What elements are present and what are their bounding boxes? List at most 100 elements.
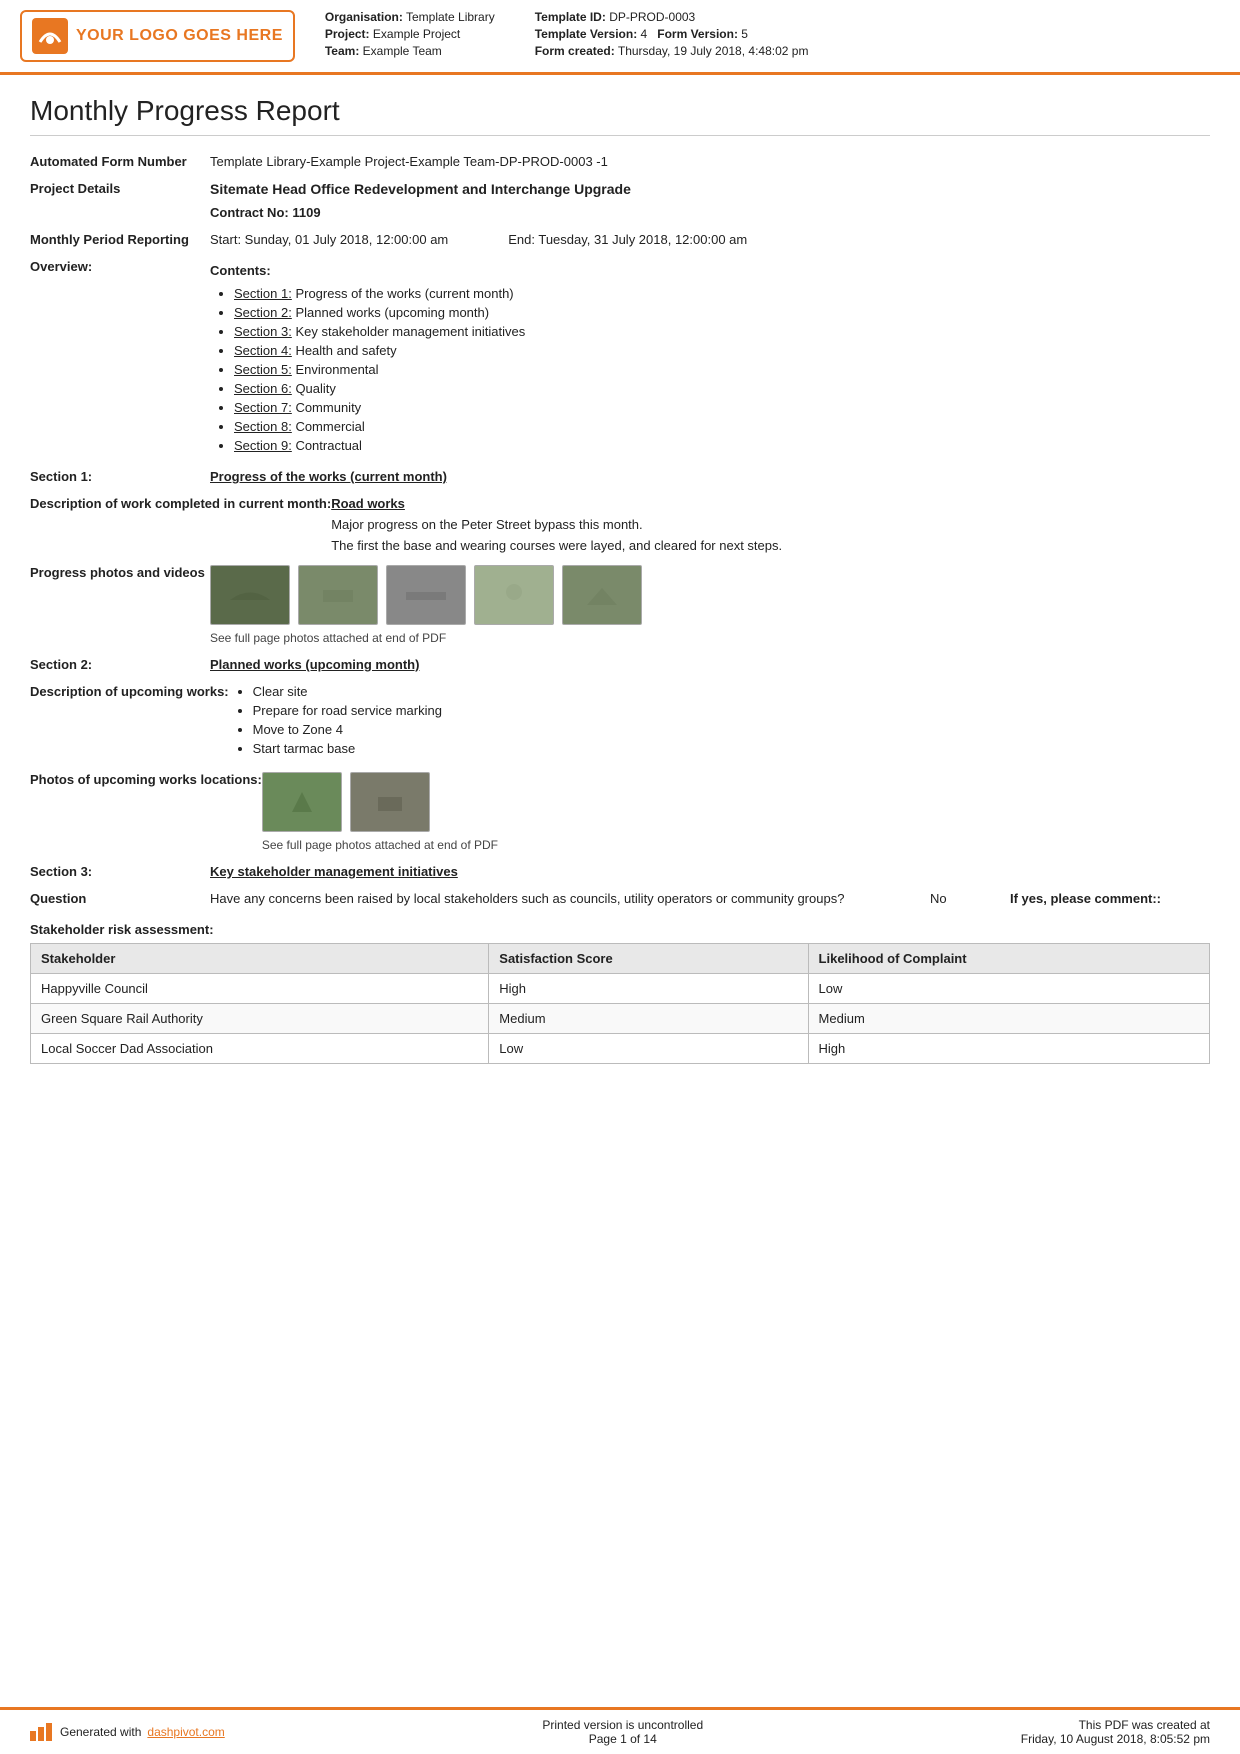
project-details-row: Project Details Sitemate Head Office Red… bbox=[30, 181, 1210, 220]
section3-heading: Key stakeholder management initiatives bbox=[210, 864, 1210, 879]
section1-heading-row: Section 1: Progress of the works (curren… bbox=[30, 469, 1210, 484]
photo-thumb-4 bbox=[474, 565, 554, 625]
section3-heading-row: Section 3: Key stakeholder management in… bbox=[30, 864, 1210, 879]
page-title: Monthly Progress Report bbox=[30, 95, 1210, 136]
footer-center-line2: Page 1 of 14 bbox=[542, 1732, 703, 1746]
upcoming-works-row: Description of upcoming works: Clear sit… bbox=[30, 684, 1210, 760]
section3-label: Section 3: bbox=[30, 864, 210, 879]
stakeholder-label: Stakeholder risk assessment: bbox=[30, 922, 1210, 937]
section3-link[interactable]: Section 3: bbox=[234, 324, 292, 339]
period-start: Start: Sunday, 01 July 2018, 12:00:00 am bbox=[210, 232, 448, 247]
header-col-left: Organisation: Template Library Project: … bbox=[325, 10, 495, 62]
section1-label: Section 1: bbox=[30, 469, 210, 484]
cell-satisfaction: Low bbox=[489, 1034, 808, 1064]
footer-link[interactable]: dashpivot.com bbox=[147, 1725, 224, 1739]
header-col-right: Template ID: DP-PROD-0003 Template Versi… bbox=[535, 10, 809, 62]
col-likelihood: Likelihood of Complaint bbox=[808, 944, 1209, 974]
list-item: Prepare for road service marking bbox=[253, 703, 1210, 718]
table-row: Green Square Rail Authority Medium Mediu… bbox=[31, 1004, 1210, 1034]
cell-satisfaction: High bbox=[489, 974, 808, 1004]
team-row: Team: Example Team bbox=[325, 44, 495, 58]
question-comment-label: If yes, please comment:: bbox=[1010, 891, 1210, 906]
photo-thumb-3 bbox=[386, 565, 466, 625]
cell-likelihood: Medium bbox=[808, 1004, 1209, 1034]
upcoming-photo-caption: See full page photos attached at end of … bbox=[262, 838, 1210, 852]
org-row: Organisation: Template Library bbox=[325, 10, 495, 24]
template-id-row: Template ID: DP-PROD-0003 bbox=[535, 10, 809, 24]
col-stakeholder: Stakeholder bbox=[31, 944, 489, 974]
upcoming-photos-thumbs bbox=[262, 772, 1210, 832]
table-header-row: Stakeholder Satisfaction Score Likelihoo… bbox=[31, 944, 1210, 974]
automated-form-value: Template Library-Example Project-Example… bbox=[210, 154, 1210, 169]
footer: Generated with dashpivot.com Printed ver… bbox=[0, 1707, 1240, 1754]
progress-photos-value: See full page photos attached at end of … bbox=[210, 565, 1210, 645]
list-item: Clear site bbox=[253, 684, 1210, 699]
question-content: Have any concerns been raised by local s… bbox=[210, 891, 1210, 906]
col-satisfaction: Satisfaction Score bbox=[489, 944, 808, 974]
list-item: Start tarmac base bbox=[253, 741, 1210, 756]
section1-heading: Progress of the works (current month) bbox=[210, 469, 1210, 484]
list-item: Section 5: Environmental bbox=[234, 362, 1210, 377]
work-desc1: Major progress on the Peter Street bypas… bbox=[331, 517, 1210, 532]
question-row: Question Have any concerns been raised b… bbox=[30, 891, 1210, 906]
section5-link[interactable]: Section 5: bbox=[234, 362, 292, 377]
section6-link[interactable]: Section 6: bbox=[234, 381, 292, 396]
section9-link[interactable]: Section 9: bbox=[234, 438, 292, 453]
table-row: Local Soccer Dad Association Low High bbox=[31, 1034, 1210, 1064]
upcoming-works-list: Clear site Prepare for road service mark… bbox=[229, 684, 1210, 756]
stakeholder-table: Stakeholder Satisfaction Score Likelihoo… bbox=[30, 943, 1210, 1064]
list-item: Section 3: Key stakeholder management in… bbox=[234, 324, 1210, 339]
header-meta: Organisation: Template Library Project: … bbox=[325, 10, 1210, 62]
monthly-period-row: Monthly Period Reporting Start: Sunday, … bbox=[30, 232, 1210, 247]
list-item: Section 9: Contractual bbox=[234, 438, 1210, 453]
upcoming-works-label: Description of upcoming works: bbox=[30, 684, 229, 699]
photo-caption: See full page photos attached at end of … bbox=[210, 631, 1210, 645]
section2-link[interactable]: Section 2: bbox=[234, 305, 292, 320]
template-version-row: Template Version: 4 Form Version: 5 bbox=[535, 27, 809, 41]
section1-link[interactable]: Section 1: bbox=[234, 286, 292, 301]
list-item: Move to Zone 4 bbox=[253, 722, 1210, 737]
upcoming-photos-label: Photos of upcoming works locations: bbox=[30, 772, 262, 787]
section7-link[interactable]: Section 7: bbox=[234, 400, 292, 415]
footer-logo-icon bbox=[30, 1723, 54, 1741]
question-label: Question bbox=[30, 891, 210, 906]
contract-no: Contract No: 1109 bbox=[210, 205, 1210, 220]
project-details-label: Project Details bbox=[30, 181, 210, 196]
work-title: Road works bbox=[331, 496, 1210, 511]
logo-area: YOUR LOGO GOES HERE bbox=[20, 10, 295, 62]
footer-center-line1: Printed version is uncontrolled bbox=[542, 1718, 703, 1732]
project-details-name: Sitemate Head Office Redevelopment and I… bbox=[210, 181, 1210, 197]
progress-photos-label: Progress photos and videos bbox=[30, 565, 210, 580]
section8-link[interactable]: Section 8: bbox=[234, 419, 292, 434]
period-end: End: Tuesday, 31 July 2018, 12:00:00 am bbox=[508, 232, 747, 247]
footer-right: This PDF was created at Friday, 10 Augus… bbox=[1021, 1718, 1210, 1746]
work-desc2: The first the base and wearing courses w… bbox=[331, 538, 1210, 553]
footer-left: Generated with dashpivot.com bbox=[30, 1723, 225, 1741]
contents-title: Contents: bbox=[210, 263, 1210, 278]
upcoming-photo-2 bbox=[350, 772, 430, 832]
section2-heading: Planned works (upcoming month) bbox=[210, 657, 1210, 672]
logo-box: YOUR LOGO GOES HERE bbox=[20, 10, 295, 62]
header: YOUR LOGO GOES HERE Organisation: Templa… bbox=[0, 0, 1240, 75]
logo-icon bbox=[32, 18, 68, 54]
contents-block: Contents: Section 1: Progress of the wor… bbox=[210, 263, 1210, 453]
automated-form-row: Automated Form Number Template Library-E… bbox=[30, 154, 1210, 169]
section2-label: Section 2: bbox=[30, 657, 210, 672]
section2-heading-row: Section 2: Planned works (upcoming month… bbox=[30, 657, 1210, 672]
work-description-row: Description of work completed in current… bbox=[30, 496, 1210, 553]
upcoming-works-value: Clear site Prepare for road service mark… bbox=[229, 684, 1210, 760]
footer-generated-text: Generated with bbox=[60, 1725, 141, 1739]
photo-thumb-5 bbox=[562, 565, 642, 625]
upcoming-photos-row: Photos of upcoming works locations: See … bbox=[30, 772, 1210, 852]
footer-right-line1: This PDF was created at bbox=[1021, 1718, 1210, 1732]
list-item: Section 2: Planned works (upcoming month… bbox=[234, 305, 1210, 320]
cell-stakeholder: Green Square Rail Authority bbox=[31, 1004, 489, 1034]
cell-stakeholder: Local Soccer Dad Association bbox=[31, 1034, 489, 1064]
stakeholder-section: Stakeholder risk assessment: Stakeholder… bbox=[30, 922, 1210, 1064]
project-details-container: Sitemate Head Office Redevelopment and I… bbox=[210, 181, 1210, 220]
list-item: Section 7: Community bbox=[234, 400, 1210, 415]
question-inline-row: Have any concerns been raised by local s… bbox=[210, 891, 1210, 906]
section4-link[interactable]: Section 4: bbox=[234, 343, 292, 358]
photo-thumb-1 bbox=[210, 565, 290, 625]
work-description-value: Road works Major progress on the Peter S… bbox=[331, 496, 1210, 553]
